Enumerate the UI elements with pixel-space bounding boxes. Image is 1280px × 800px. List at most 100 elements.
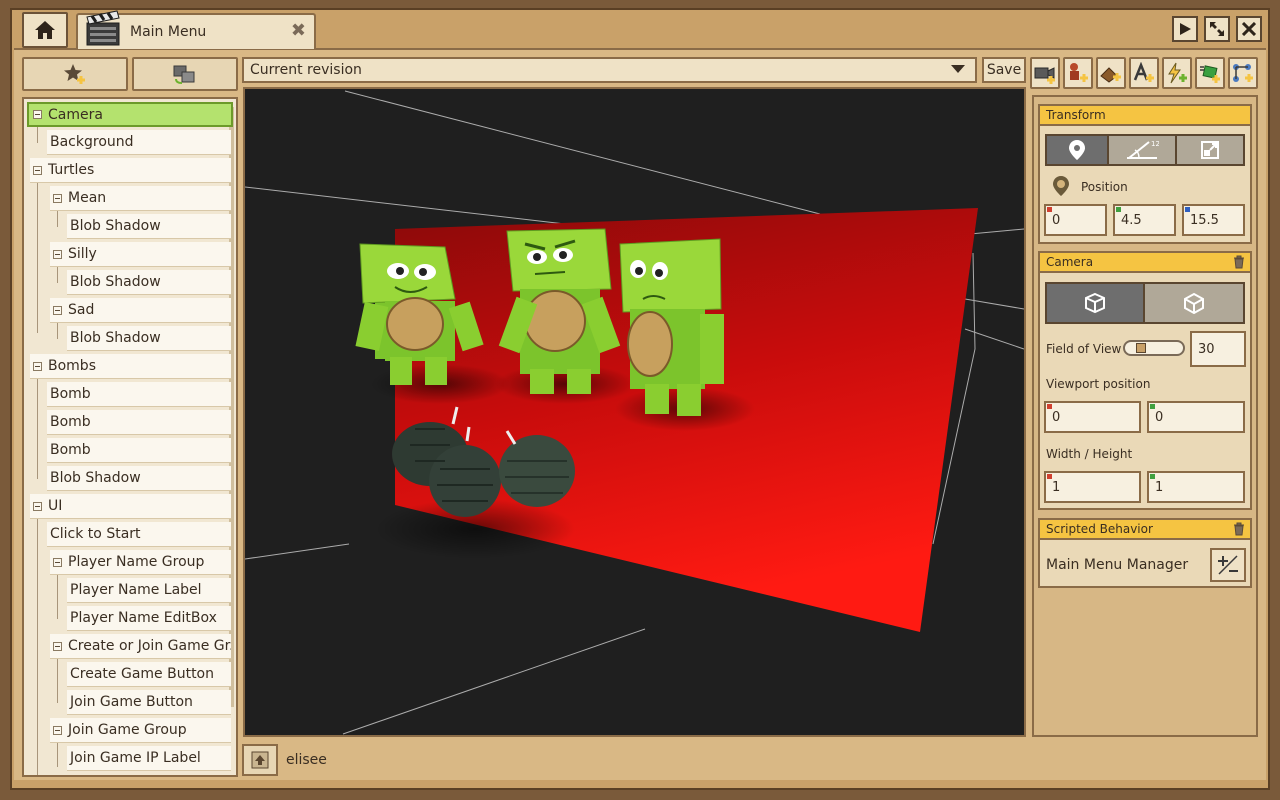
tree-item[interactable]: Bomb [47,382,231,407]
y-axis-marker [1150,404,1155,409]
tree-item[interactable]: Blob Shadow [67,214,231,239]
tree-item[interactable]: Turtles [30,158,231,183]
add-sprite-component-button[interactable] [1195,57,1225,89]
collapse-icon[interactable] [53,641,62,651]
fov-slider[interactable] [1123,340,1185,356]
add-map-component-button[interactable] [1096,57,1126,89]
tree-item-label: Sad [68,302,95,318]
tree-item[interactable]: Bomb [47,438,231,463]
tree-item[interactable]: Silly [50,242,231,267]
upload-icon [251,751,269,769]
tree-item[interactable]: Click to Start [47,522,231,547]
collapse-icon[interactable] [53,305,62,315]
add-behavior-component-button[interactable] [1162,57,1192,89]
run-button[interactable] [1172,16,1198,42]
camera-title: Camera [1046,255,1094,269]
tree-item-label: Player Name EditBox [70,610,217,626]
tree-item[interactable]: Bomb [47,410,231,435]
tab-title: Main Menu [130,24,207,40]
behavior-name: Main Menu Manager [1046,557,1189,573]
edit-behavior-button[interactable] [1210,548,1246,582]
collapse-icon[interactable] [53,193,62,203]
height-field[interactable]: 1 [1147,471,1245,503]
position-z-field[interactable]: 15.5 [1182,204,1245,236]
collapse-icon[interactable] [53,557,62,567]
scale-icon [1201,141,1219,159]
tree-item[interactable]: Player Name EditBox [67,606,231,631]
tree-item[interactable]: Bombs [30,354,231,379]
tree-item[interactable]: Blob Shadow [67,326,231,351]
viewport-y-field[interactable]: 0 [1147,401,1245,433]
tree-item-label: Camera [48,106,103,123]
position-x-field[interactable]: 0 [1044,204,1107,236]
z-axis-marker [1185,207,1190,212]
tree-item[interactable]: Player Name Label [67,578,231,603]
add-camera-component-button[interactable] [1030,57,1060,89]
svg-text:12°: 12° [1151,140,1159,148]
tree-item-camera[interactable]: Camera [27,102,233,127]
tree-item-label: Silly [68,246,97,262]
x-axis-marker [1047,474,1052,479]
upload-button[interactable] [242,744,278,776]
tree-item[interactable]: Create Game Button [67,662,231,687]
add-model-component-button[interactable] [1063,57,1093,89]
tree-item[interactable]: Blob Shadow [47,466,231,491]
transform-section-header[interactable]: Transform [1038,104,1252,126]
save-button[interactable]: Save [982,57,1026,83]
tree-item[interactable]: Sad [50,298,231,323]
new-prefab-button[interactable] [132,57,238,91]
home-button[interactable] [22,12,68,48]
y-axis-marker [1150,474,1155,479]
x-axis-marker [1047,404,1052,409]
dropdown-arrow-icon [951,65,965,73]
camera-section-header[interactable]: Camera [1038,251,1252,273]
scene-viewport[interactable] [243,87,1026,737]
scene-tab[interactable]: Main Menu ✖ [76,10,316,49]
collapse-icon[interactable] [33,110,42,119]
collapse-icon[interactable] [53,725,62,735]
add-physics-component-button[interactable] [1228,57,1258,89]
close-tab-icon[interactable]: ✖ [291,20,306,41]
tree-item-label: Join Game IP Label [70,750,201,766]
prefab-icon [173,65,195,84]
plus-minus-icon [1218,555,1238,575]
perspective-mode-tab[interactable] [1045,282,1145,324]
maximize-button[interactable] [1204,16,1230,42]
viewport-x-field[interactable]: 0 [1044,401,1141,433]
collapse-icon[interactable] [33,501,42,511]
tree-item-label: Blob Shadow [50,470,141,486]
tree-item[interactable]: Player Name Group [50,550,231,575]
rotation-tab[interactable]: 12° [1109,134,1177,166]
trash-icon[interactable] [1232,522,1246,539]
close-button[interactable] [1236,16,1262,42]
tree-item[interactable]: Background [47,130,231,155]
position-tab[interactable] [1045,134,1109,166]
collapse-icon[interactable] [33,165,42,175]
tree-item-label: Bomb [50,386,91,402]
orthographic-mode-tab[interactable] [1145,282,1245,324]
camera-add-icon [1034,67,1055,84]
tree-item[interactable]: Create or Join Game Gr... [50,634,231,659]
revision-select[interactable]: Current revision [242,57,977,83]
tree-item[interactable]: Mean [50,186,231,211]
tree-item[interactable]: Join Game IP Label [67,746,231,771]
collapse-icon[interactable] [53,249,62,259]
tree-item[interactable]: UI [30,494,231,519]
position-y-field[interactable]: 4.5 [1113,204,1176,236]
tree-item[interactable]: Join Game Group [50,718,231,743]
close-icon [1242,22,1256,36]
new-actor-button[interactable] [22,57,128,91]
tree-item[interactable]: Blob Shadow [67,270,231,295]
collapse-icon[interactable] [33,361,42,371]
tree-item[interactable]: Join Game Button [67,690,231,715]
scale-tab[interactable] [1177,134,1245,166]
text-add-icon [1133,62,1154,82]
behavior-section-header[interactable]: Scripted Behavior [1038,518,1252,540]
fov-field[interactable]: 30 [1190,331,1246,367]
trash-icon[interactable] [1232,255,1246,272]
fov-slider-knob[interactable] [1136,343,1147,353]
add-text-component-button[interactable] [1129,57,1159,89]
revision-value: Current revision [250,62,362,78]
home-icon [35,21,55,39]
width-field[interactable]: 1 [1044,471,1141,503]
